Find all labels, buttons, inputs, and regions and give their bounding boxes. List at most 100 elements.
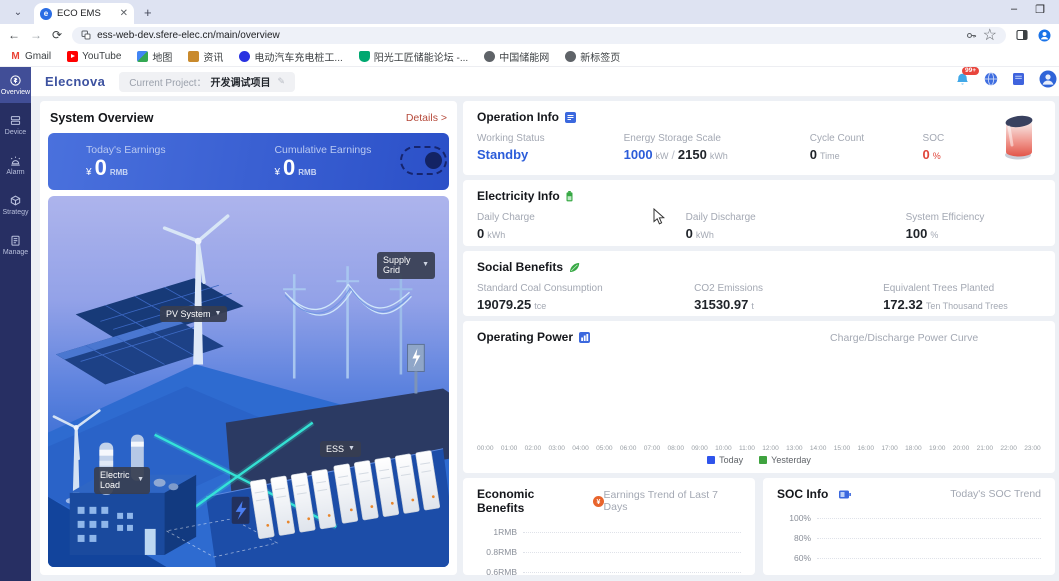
cycle-count-field: Cycle Count 0 Time <box>810 133 923 162</box>
bookmark-cnesa[interactable]: 中国储能网 <box>484 49 549 64</box>
bookmark-star-icon[interactable]: ☆ <box>983 25 997 45</box>
yesterday-color-swatch <box>759 456 767 464</box>
globe-icon <box>984 72 998 86</box>
pv-system-label[interactable]: PV System ▼ <box>160 306 227 322</box>
grid-row: 0.6RMB <box>477 562 741 575</box>
sidebar-item-alarm[interactable]: Alarm <box>0 147 31 183</box>
y-axis-tick: 0.8RMB <box>477 547 517 557</box>
sidebar-item-overview[interactable]: Overview <box>0 67 31 103</box>
operating-power-panel: Operating Power Charge/Discharge Power C… <box>463 321 1055 473</box>
legend-label: Today <box>719 455 743 465</box>
current-project-selector[interactable]: Current Project： 开发调试项目 ✎ <box>119 72 295 92</box>
bookmark-news[interactable]: 资讯 <box>188 49 223 64</box>
y-axis-tick: 100% <box>777 513 811 523</box>
sidebar-item-label: Manage <box>3 249 28 256</box>
tab-search-chevron-icon[interactable]: ⌄ <box>8 2 28 22</box>
field-label: System Efficiency <box>906 212 1041 223</box>
bookmark-label: YouTube <box>82 51 121 62</box>
y-axis-tick: 0.6RMB <box>477 567 517 575</box>
bookmark-youtube[interactable]: YouTube <box>67 51 121 62</box>
app-header: Elecnova Current Project： 开发调试项目 ✎ 99+ <box>31 67 1059 97</box>
new-tab-button[interactable]: + <box>144 5 152 20</box>
url-bar[interactable]: ess-web-dev.sfere-elec.cn/main/overview … <box>72 27 1006 44</box>
chevron-down-icon: ▼ <box>137 476 144 484</box>
battery-cylinder-illustration <box>997 111 1041 168</box>
chevron-down-icon: ▼ <box>215 310 222 318</box>
social-benefits-panel: Social Benefits Standard Coal Consumptio… <box>463 251 1055 316</box>
gridline <box>523 532 741 533</box>
details-link[interactable]: Details > <box>406 112 447 124</box>
bookmark-gmail[interactable]: M Gmail <box>10 51 51 62</box>
bookmark-solar-forum[interactable]: 阳光工匠储能论坛 -... <box>359 49 468 64</box>
field-label: Equivalent Trees Planted <box>883 283 1041 294</box>
bookmark-maps[interactable]: 地图 <box>137 49 172 64</box>
scene-label-text: PV System <box>166 309 211 319</box>
today-color-swatch <box>707 456 715 464</box>
earnings-banner: Today's Earnings ¥ 0 RMB Cumulative Earn… <box>48 133 449 190</box>
strategy-icon <box>9 194 22 207</box>
legend-label: Yesterday <box>771 455 811 465</box>
ess-label[interactable]: ESS ▼ <box>320 441 361 457</box>
sidebar-item-strategy[interactable]: Strategy <box>0 187 31 223</box>
supply-grid-label[interactable]: Supply Grid ▼ <box>377 252 435 279</box>
notification-badge: 99+ <box>962 67 979 76</box>
forward-icon[interactable]: → <box>30 28 42 42</box>
x-axis-tick: 08:00 <box>668 445 685 452</box>
alarm-icon <box>9 154 22 167</box>
sidebar-item-manage[interactable]: Manage <box>0 227 31 263</box>
sidebar-item-device[interactable]: Device <box>0 107 31 143</box>
tab-close-icon[interactable]: ✕ <box>120 8 128 19</box>
social-benefits-title: Social Benefits <box>477 260 563 274</box>
x-axis-tick: 02:00 <box>525 445 542 452</box>
url-text[interactable]: ess-web-dev.sfere-elec.cn/main/overview <box>97 30 960 41</box>
blue-battery-icon <box>839 489 851 500</box>
soc-field: SOC 0 % <box>923 133 991 162</box>
side-panel-icon[interactable] <box>1016 29 1028 41</box>
language-button[interactable] <box>984 72 998 91</box>
legend-yesterday[interactable]: Yesterday <box>759 455 811 465</box>
field-label: Energy Storage Scale <box>624 133 810 144</box>
edit-project-icon[interactable]: ✎ <box>278 76 286 87</box>
bookmark-ev-charging[interactable]: 电动汽车充电桩工... <box>239 49 342 64</box>
window-minimize-icon[interactable]: – <box>1011 3 1017 16</box>
bookmark-label: Gmail <box>25 51 51 62</box>
back-icon[interactable]: ← <box>8 28 20 42</box>
field-label: Standard Coal Consumption <box>477 283 694 294</box>
bookmark-label: 资讯 <box>203 49 223 64</box>
field-unit: % <box>930 230 938 240</box>
user-avatar[interactable] <box>1039 70 1057 93</box>
electric-load-label[interactable]: Electric Load ▼ <box>94 467 150 494</box>
password-key-icon[interactable] <box>966 30 977 41</box>
earnings-unit: RMB <box>298 168 316 177</box>
field-unit: kWh <box>487 230 505 240</box>
x-axis-tick: 01:00 <box>501 445 518 452</box>
soc-chart-subtitle: Today's SOC Trend <box>950 488 1041 500</box>
manage-icon <box>9 234 22 247</box>
reload-icon[interactable]: ⟳ <box>52 28 62 42</box>
scene-label-text: ESS <box>326 444 344 454</box>
earnings-value: 0 <box>283 157 295 179</box>
x-axis-tick: 06:00 <box>620 445 637 452</box>
browser-profile-avatar[interactable] <box>1038 29 1051 42</box>
operation-info-title: Operation Info <box>477 110 559 124</box>
bookmark-newtab-page[interactable]: 新标签页 <box>565 49 620 64</box>
notifications-button[interactable]: 99+ <box>955 72 970 92</box>
gmail-icon: M <box>10 51 21 62</box>
site-info-icon[interactable] <box>81 30 91 40</box>
x-axis-tick: 00:00 <box>477 445 494 452</box>
field-label: Cycle Count <box>810 133 923 144</box>
field-unit: tce <box>534 301 546 311</box>
sidebar-item-label: Device <box>5 129 26 136</box>
field-value: 0 <box>810 147 817 162</box>
operating-power-title: Operating Power <box>477 330 573 344</box>
field-unit: % <box>933 151 941 161</box>
legend-today[interactable]: Today <box>707 455 743 465</box>
economic-benefits-title: Economic Benefits <box>477 487 582 515</box>
x-axis-tick: 19:00 <box>929 445 946 452</box>
browser-tab[interactable]: e ECO EMS ✕ <box>34 3 134 24</box>
tab-title: ECO EMS <box>57 8 115 19</box>
window-restore-icon[interactable]: ❐ <box>1035 3 1045 16</box>
manual-button[interactable] <box>1012 72 1025 91</box>
x-axis-tick: 12:00 <box>762 445 779 452</box>
x-axis-tick: 13:00 <box>786 445 803 452</box>
